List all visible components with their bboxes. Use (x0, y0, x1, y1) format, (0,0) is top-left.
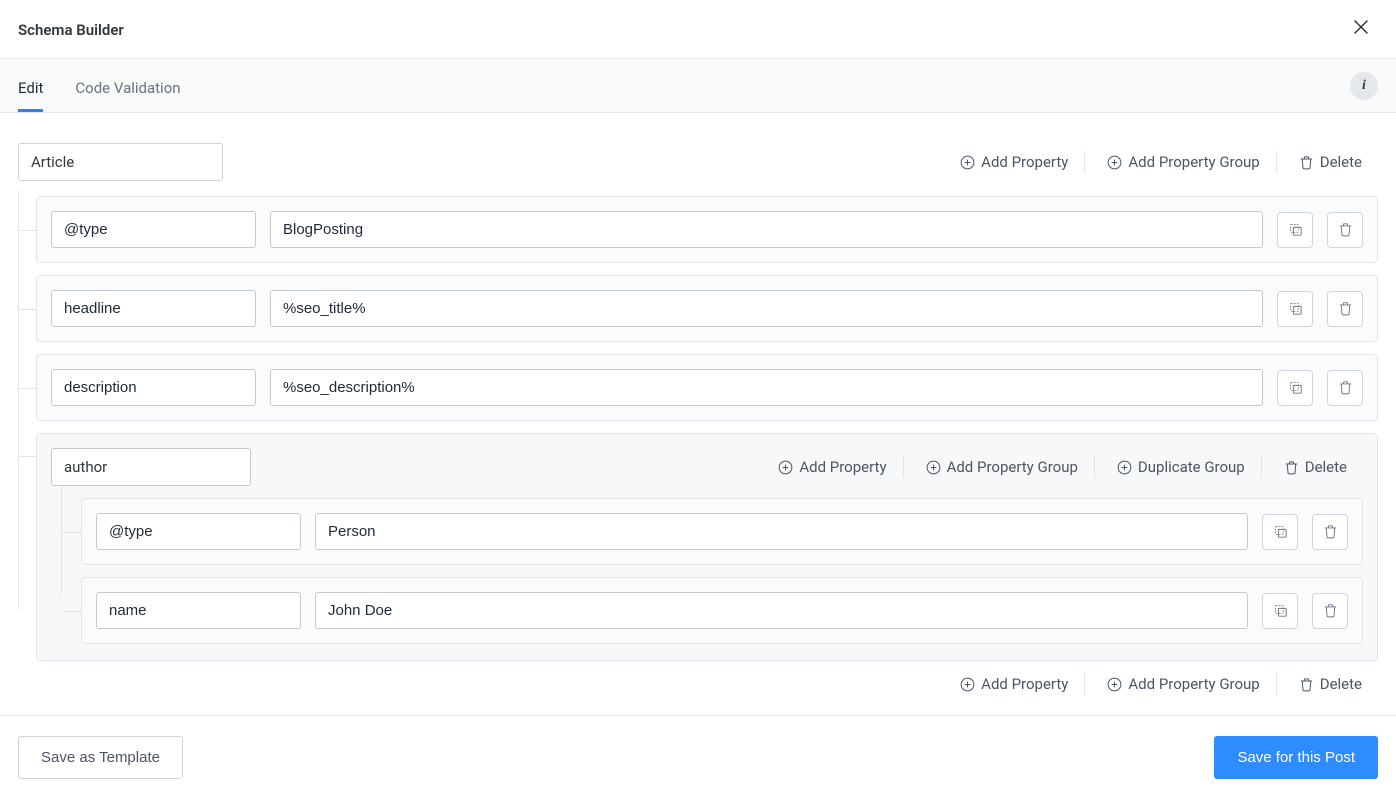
plus-circle-icon (1106, 154, 1123, 171)
duplicate-button[interactable] (1262, 514, 1298, 550)
duplicate-icon (1287, 379, 1304, 396)
schema-root-row: Article Add Property Add Property Group … (18, 143, 1378, 181)
plus-circle-icon (1116, 459, 1133, 476)
property-row (36, 354, 1378, 421)
property-value-input[interactable] (270, 211, 1263, 248)
duplicate-button[interactable] (1277, 370, 1313, 406)
property-value-input[interactable] (270, 369, 1263, 406)
modal-footer: Save as Template Save for this Post (0, 715, 1396, 799)
plus-circle-icon (959, 154, 976, 171)
property-row (81, 577, 1363, 644)
property-key-input[interactable] (96, 513, 301, 550)
property-key-input[interactable] (51, 369, 256, 406)
save-post-button[interactable]: Save for this Post (1214, 736, 1378, 779)
trash-icon (1298, 154, 1315, 171)
trash-icon (1283, 459, 1300, 476)
duplicate-icon (1287, 300, 1304, 317)
delete-button[interactable]: Delete (1276, 151, 1378, 173)
property-row (81, 498, 1363, 565)
trash-icon (1337, 300, 1354, 317)
property-value-input[interactable] (270, 290, 1263, 327)
close-icon[interactable] (1350, 16, 1372, 43)
add-property-button[interactable]: Add Property (943, 154, 1084, 171)
property-group: author Add Property Add Property Group D… (36, 433, 1378, 661)
plus-circle-icon (777, 459, 794, 476)
tab-bar: Edit Code Validation i (0, 58, 1396, 113)
plus-circle-icon (925, 459, 942, 476)
trash-icon (1298, 676, 1315, 693)
tab-edit[interactable]: Edit (18, 61, 43, 111)
duplicate-icon (1287, 221, 1304, 238)
property-key-input[interactable] (51, 290, 256, 327)
duplicate-icon (1272, 523, 1289, 540)
modal-header: Schema Builder (0, 0, 1396, 58)
property-key-input[interactable] (96, 592, 301, 629)
trash-icon (1337, 379, 1354, 396)
group-label[interactable]: author (51, 448, 251, 486)
duplicate-group-button[interactable]: Duplicate Group (1094, 456, 1261, 478)
property-value-input[interactable] (315, 592, 1248, 629)
duplicate-icon (1272, 602, 1289, 619)
add-property-group-button[interactable]: Add Property Group (1084, 151, 1275, 173)
info-icon[interactable]: i (1350, 72, 1378, 100)
property-row (36, 275, 1378, 342)
bottom-actions: Add Property Add Property Group Delete (18, 673, 1378, 695)
property-row (36, 196, 1378, 263)
duplicate-button[interactable] (1262, 593, 1298, 629)
delete-row-button[interactable] (1312, 514, 1348, 550)
duplicate-button[interactable] (1277, 291, 1313, 327)
tab-code-validation[interactable]: Code Validation (75, 61, 180, 111)
delete-button[interactable]: Delete (1261, 456, 1363, 478)
add-property-group-button[interactable]: Add Property Group (903, 456, 1094, 478)
add-property-group-button[interactable]: Add Property Group (1084, 673, 1275, 695)
trash-icon (1337, 221, 1354, 238)
plus-circle-icon (1106, 676, 1123, 693)
property-key-input[interactable] (51, 211, 256, 248)
trash-icon (1322, 523, 1339, 540)
delete-row-button[interactable] (1327, 370, 1363, 406)
delete-row-button[interactable] (1312, 593, 1348, 629)
save-template-button[interactable]: Save as Template (18, 736, 183, 779)
property-value-input[interactable] (315, 513, 1248, 550)
add-property-button[interactable]: Add Property (761, 459, 902, 476)
add-property-button[interactable]: Add Property (943, 676, 1084, 693)
duplicate-button[interactable] (1277, 212, 1313, 248)
delete-row-button[interactable] (1327, 212, 1363, 248)
delete-row-button[interactable] (1327, 291, 1363, 327)
modal-title: Schema Builder (18, 21, 124, 39)
delete-button[interactable]: Delete (1276, 673, 1378, 695)
plus-circle-icon (959, 676, 976, 693)
trash-icon (1322, 602, 1339, 619)
schema-type-label[interactable]: Article (18, 143, 223, 181)
